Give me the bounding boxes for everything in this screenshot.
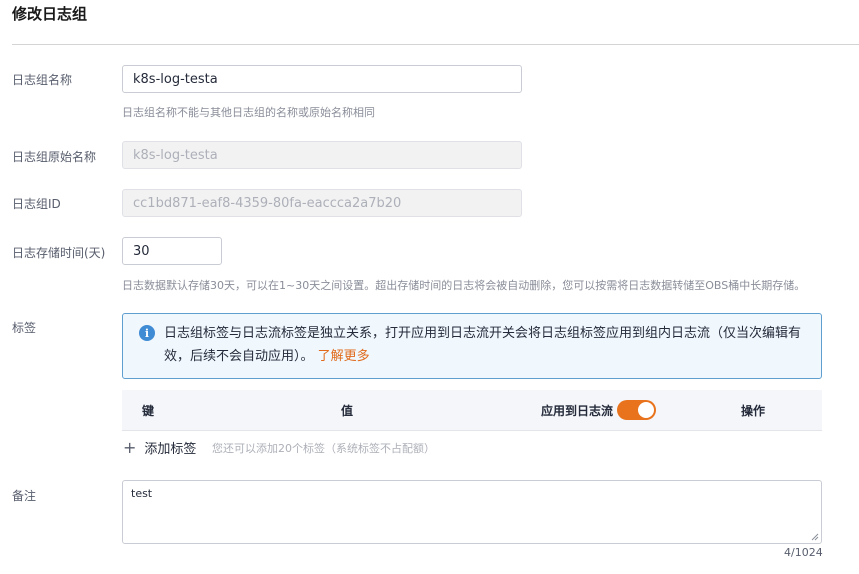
- remark-counter: 4/1024: [784, 546, 823, 559]
- tags-label: 标签: [12, 321, 37, 335]
- learn-more-link[interactable]: 了解更多: [318, 349, 370, 364]
- original-name-label: 日志组原始名称: [12, 150, 97, 164]
- add-tag-hint: 您还可以添加20个标签（系统标签不占配额）: [212, 442, 435, 455]
- remark-value: test: [131, 487, 153, 500]
- tags-info-text: 日志组标签与日志流标签是独立关系，打开应用到日志流开关会将日志组标签应用到组内日…: [164, 322, 814, 368]
- retention-label: 日志存储时间(天): [12, 246, 106, 260]
- name-input-value: k8s-log-testa: [133, 71, 218, 87]
- tags-table-header: 键 值 应用到日志流 操作: [122, 390, 822, 431]
- page-title: 修改日志组: [12, 5, 88, 23]
- id-label: 日志组ID: [12, 197, 61, 211]
- resize-handle-icon[interactable]: [811, 533, 819, 541]
- info-icon: i: [139, 325, 155, 341]
- column-value: 值: [341, 404, 354, 418]
- column-action: 操作: [741, 404, 766, 418]
- original-name-input: k8s-log-testa: [122, 141, 522, 169]
- retention-hint: 日志数据默认存储30天，可以在1~30天之间设置。超出存储时间的日志将会被自动删…: [122, 279, 806, 292]
- remark-label: 备注: [12, 489, 37, 503]
- id-value: cc1bd871-eaf8-4359-80fa-eaccca2a7b20: [133, 195, 402, 211]
- remark-textarea[interactable]: test: [122, 480, 822, 544]
- add-tag-label: 添加标签: [144, 442, 197, 457]
- add-tag-button[interactable]: + 添加标签: [123, 438, 196, 457]
- column-apply: 应用到日志流: [541, 404, 614, 418]
- tags-info-message: 日志组标签与日志流标签是独立关系，打开应用到日志流开关会将日志组标签应用到组内日…: [164, 326, 802, 364]
- original-name-value: k8s-log-testa: [133, 147, 218, 163]
- name-hint: 日志组名称不能与其他日志组的名称或原始名称相同: [122, 106, 375, 119]
- retention-input[interactable]: 30: [122, 237, 222, 265]
- tags-info-box: i 日志组标签与日志流标签是独立关系，打开应用到日志流开关会将日志组标签应用到组…: [122, 313, 822, 379]
- apply-to-stream-toggle[interactable]: [617, 400, 656, 420]
- plus-icon: +: [123, 437, 137, 457]
- toggle-knob: [638, 402, 654, 418]
- column-key: 键: [142, 404, 155, 418]
- name-label: 日志组名称: [12, 73, 73, 87]
- id-input: cc1bd871-eaf8-4359-80fa-eaccca2a7b20: [122, 189, 522, 217]
- title-divider: [12, 44, 859, 45]
- name-input[interactable]: k8s-log-testa: [122, 65, 522, 93]
- retention-value: 30: [133, 243, 150, 259]
